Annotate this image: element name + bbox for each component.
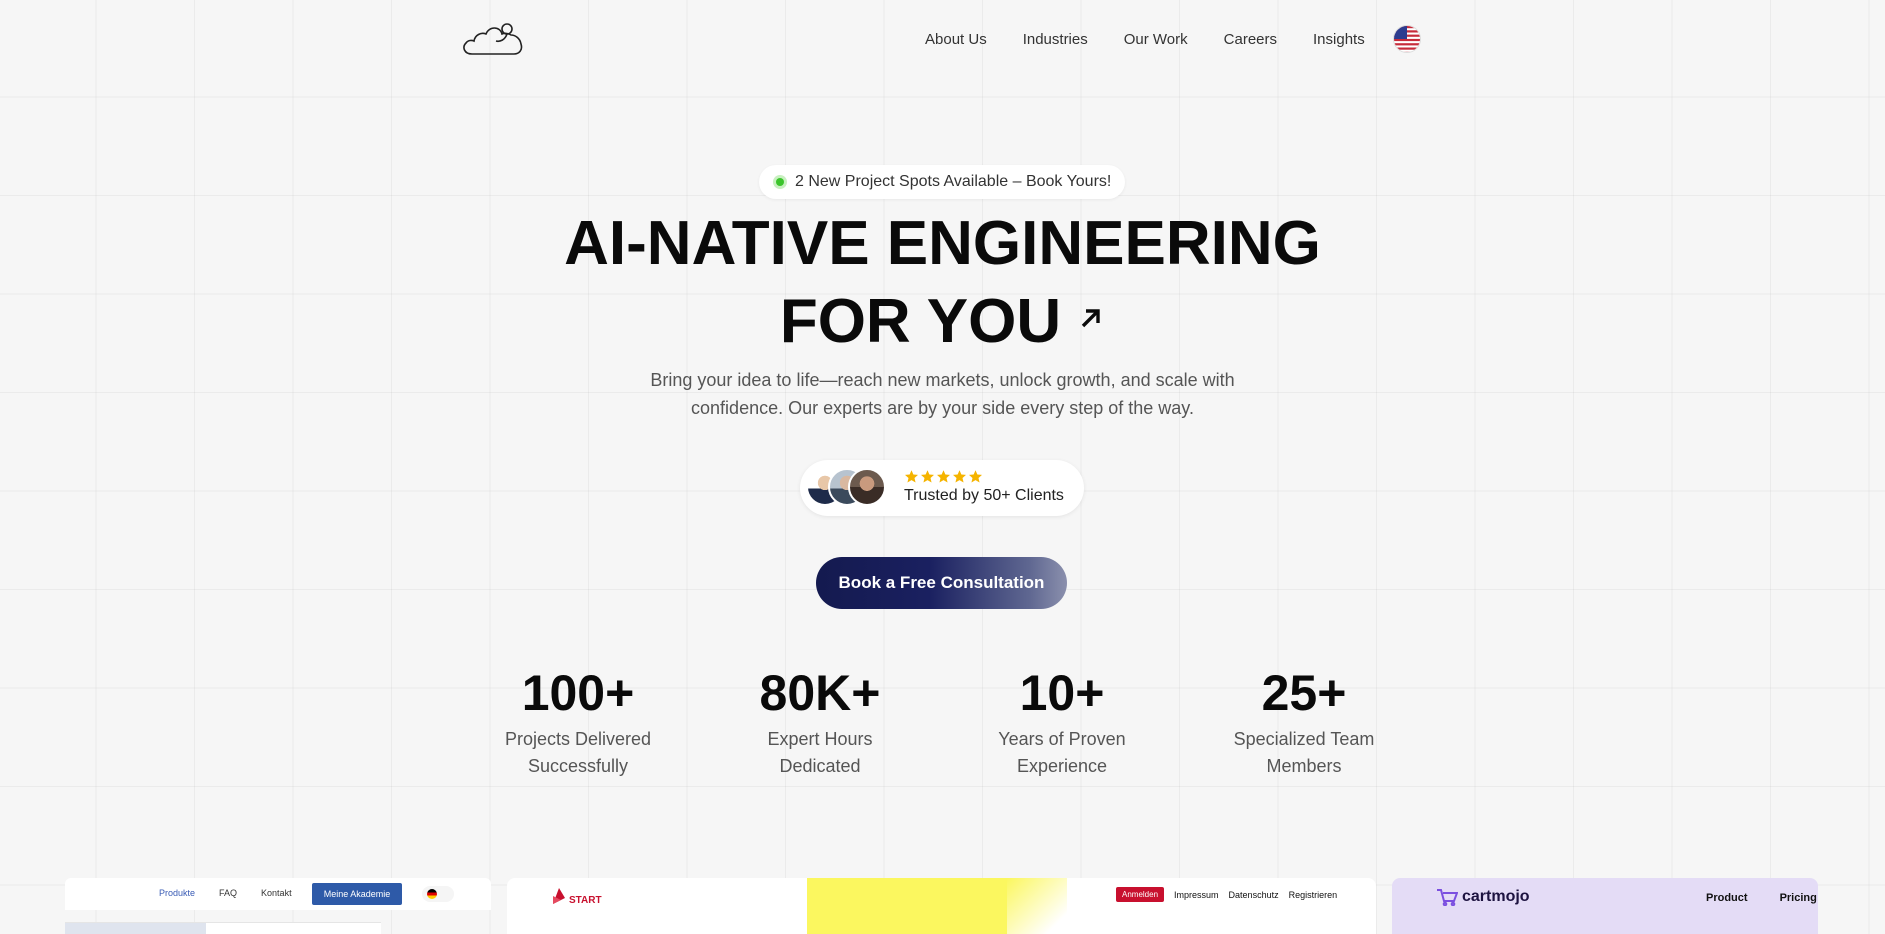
preview-link: Kontakt bbox=[261, 888, 292, 898]
preview-link: FAQ bbox=[219, 888, 238, 898]
stat-label: Projects Delivered Successfully bbox=[478, 726, 678, 780]
stat-value: 100+ bbox=[521, 665, 635, 721]
nav-about-us[interactable]: About Us bbox=[925, 28, 987, 52]
start-logo-icon bbox=[553, 888, 565, 904]
title-line-2: FOR YOU bbox=[0, 283, 1885, 361]
cloud-logo-icon[interactable] bbox=[460, 20, 526, 58]
preview-subpanel bbox=[65, 922, 381, 934]
hero-subtitle: Bring your idea to life—reach new market… bbox=[0, 366, 1885, 422]
cart-logo-icon bbox=[1437, 889, 1458, 906]
client-avatars bbox=[806, 468, 892, 508]
page-title: AI-NATIVE ENGINEERING FOR YOU bbox=[0, 205, 1885, 361]
preview-links: Produkte FAQ Kontakt bbox=[159, 888, 292, 898]
preview-brand: cartmojo bbox=[1436, 888, 1530, 906]
star-icon bbox=[905, 470, 918, 483]
title-line-1: AI-NATIVE ENGINEERING bbox=[564, 209, 1321, 278]
stat-hours: 80K+ Expert Hours Dedicated bbox=[720, 662, 920, 780]
stat-label: Specialized Team Members bbox=[1204, 726, 1404, 780]
nav-industries[interactable]: Industries bbox=[1023, 28, 1088, 52]
nav-careers[interactable]: Careers bbox=[1224, 28, 1277, 52]
preview-brand: START bbox=[551, 886, 602, 906]
avatar bbox=[848, 468, 886, 506]
stat-value: 80K+ bbox=[759, 665, 881, 721]
book-consultation-button[interactable]: Book a Free Consultation bbox=[816, 557, 1067, 609]
preview-hero-shape bbox=[807, 878, 1087, 934]
preview-link: Impressum bbox=[1174, 889, 1219, 900]
subtitle-line-1: Bring your idea to life—reach new market… bbox=[650, 370, 1235, 390]
stat-projects: 100+ Projects Delivered Successfully bbox=[478, 662, 678, 780]
title-line-2-text: FOR YOU bbox=[779, 287, 1062, 356]
main-nav: About Us Industries Our Work Careers Ins… bbox=[925, 28, 1365, 52]
availability-text: 2 New Project Spots Available – Book You… bbox=[795, 173, 1112, 190]
stat-label-line-2: Experience bbox=[1016, 756, 1108, 776]
rating-stars bbox=[904, 469, 983, 484]
status-dot-icon bbox=[773, 175, 787, 189]
preview-links: Product Pricing bbox=[1706, 892, 1817, 904]
preview-link: Product bbox=[1706, 892, 1748, 904]
site-header: About Us Industries Our Work Careers Ins… bbox=[0, 0, 1885, 80]
stat-label: Expert Hours Dedicated bbox=[720, 726, 920, 780]
star-icon bbox=[969, 470, 982, 483]
nav-our-work[interactable]: Our Work bbox=[1124, 28, 1188, 52]
us-flag-icon[interactable] bbox=[1393, 25, 1421, 53]
stat-label: Years of Proven Experience bbox=[962, 726, 1162, 780]
arrow-up-right-icon bbox=[1081, 309, 1100, 328]
subtitle-line-2: confidence. Our experts are by your side… bbox=[691, 398, 1194, 418]
stat-label-line-1: Projects Delivered bbox=[504, 729, 652, 749]
stat-label-line-2: Members bbox=[1266, 756, 1342, 776]
trust-pill: Trusted by 50+ Clients bbox=[800, 460, 1084, 516]
german-flag-icon bbox=[422, 886, 454, 902]
preview-link: Pricing bbox=[1779, 892, 1817, 904]
preview-link: Datenschutz bbox=[1228, 889, 1279, 900]
star-icon bbox=[937, 470, 950, 483]
stat-label-line-2: Successfully bbox=[527, 756, 629, 776]
star-icon bbox=[921, 470, 934, 483]
preview-brand-text: START bbox=[569, 895, 602, 906]
stat-label-line-1: Years of Proven bbox=[998, 729, 1126, 749]
preview-login-button: Anmelden bbox=[1116, 887, 1165, 902]
stat-label-line-1: Expert Hours bbox=[767, 729, 873, 749]
availability-badge: 2 New Project Spots Available – Book You… bbox=[759, 165, 1125, 199]
portfolio-preview-2[interactable]: START Anmelden Impressum Datenschutz Reg… bbox=[507, 878, 1376, 934]
portfolio-preview-1[interactable]: Produkte FAQ Kontakt Meine Akademie bbox=[65, 878, 491, 934]
preview-links: Anmelden Impressum Datenschutz Registrie… bbox=[1116, 887, 1337, 902]
preview-link: Registrieren bbox=[1288, 889, 1338, 900]
stat-years: 10+ Years of Proven Experience bbox=[962, 662, 1162, 780]
stat-team: 25+ Specialized Team Members bbox=[1204, 662, 1404, 780]
stat-label-line-1: Specialized Team bbox=[1233, 729, 1375, 749]
trust-text: Trusted by 50+ Clients bbox=[904, 487, 1064, 504]
stat-label-line-2: Dedicated bbox=[779, 756, 861, 776]
stat-value: 10+ bbox=[1019, 665, 1105, 721]
preview-button: Meine Akademie bbox=[312, 883, 402, 905]
stat-value: 25+ bbox=[1261, 665, 1347, 721]
preview-brand-text: cartmojo bbox=[1462, 888, 1530, 905]
star-icon bbox=[953, 470, 966, 483]
preview-link: Produkte bbox=[159, 888, 196, 898]
portfolio-preview-3[interactable]: cartmojo Product Pricing bbox=[1392, 878, 1818, 934]
nav-insights[interactable]: Insights bbox=[1313, 28, 1365, 52]
